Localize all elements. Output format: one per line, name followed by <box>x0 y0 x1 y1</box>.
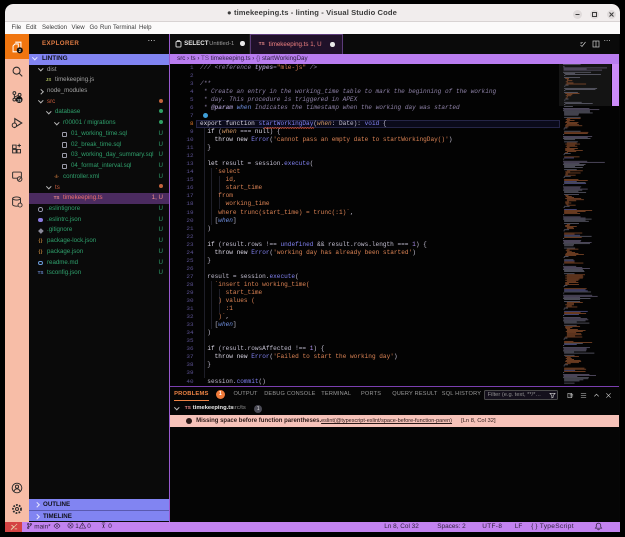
svg-text:13: 13 <box>17 97 22 102</box>
